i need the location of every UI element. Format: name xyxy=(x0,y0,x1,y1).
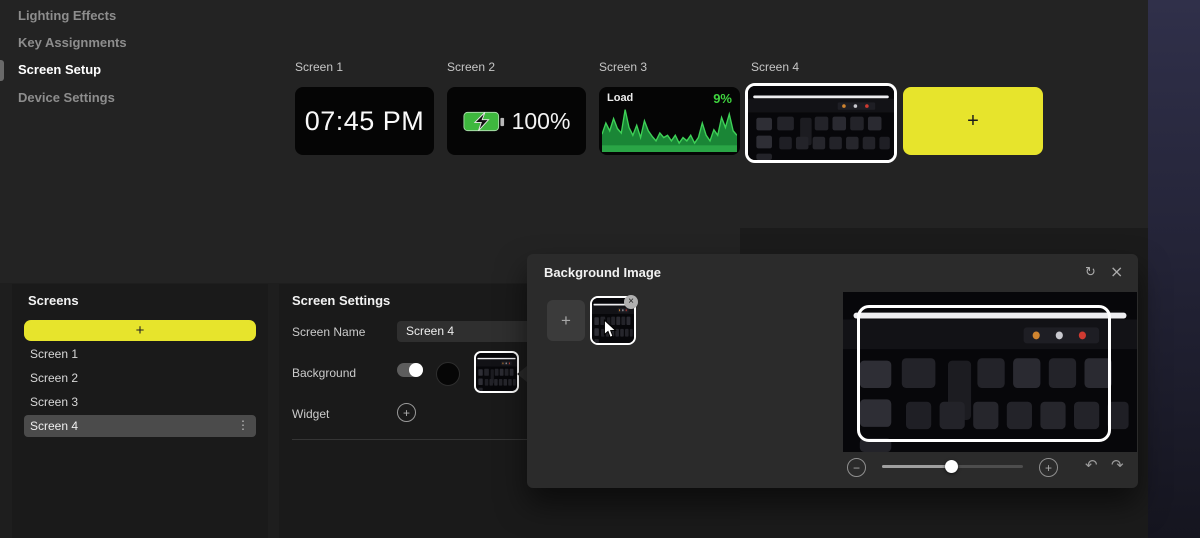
zoom-slider-knob[interactable] xyxy=(944,460,958,473)
screens-panel: Screens + Screen 1 Screen 2 Screen 3 Scr… xyxy=(12,284,268,538)
screen3-label: Screen 3 xyxy=(599,60,648,74)
battery-percent: 100% xyxy=(511,107,571,134)
add-image-button[interactable]: + xyxy=(547,300,585,341)
active-nav-indicator xyxy=(0,60,4,81)
screen4-label: Screen 4 xyxy=(751,60,800,74)
background-toggle[interactable] xyxy=(397,363,423,377)
mouse-cursor xyxy=(603,319,617,339)
background-image-popover: Background Image ↻ × + × − + ↶ ↷ xyxy=(527,254,1138,488)
widget-label: Widget xyxy=(292,407,330,421)
remove-image-icon[interactable]: × xyxy=(624,295,638,309)
rotate-left-icon[interactable]: ↶ xyxy=(1085,456,1098,474)
close-icon[interactable]: × xyxy=(1110,262,1123,281)
popover-title: Background Image xyxy=(544,265,662,280)
crop-frame[interactable] xyxy=(857,305,1111,442)
settings-panel-title: Screen Settings xyxy=(292,293,391,308)
background-color-swatch[interactable] xyxy=(436,362,460,386)
screen4-tile-selected[interactable] xyxy=(745,83,897,163)
toggle-knob xyxy=(409,363,423,377)
clock-value: 07:45 PM xyxy=(304,105,425,136)
app-window: Lighting Effects Key Assignments Screen … xyxy=(0,0,1200,538)
keyboard-photo xyxy=(476,353,517,391)
add-widget-button[interactable]: + xyxy=(397,403,416,422)
refresh-icon[interactable]: ↻ xyxy=(1085,265,1096,280)
add-screen-button[interactable]: + xyxy=(24,320,256,341)
keyboard-photo xyxy=(748,86,894,160)
screens-list-item-2[interactable]: Screen 2 xyxy=(30,371,78,385)
load-sparkline-chart xyxy=(602,109,737,152)
popover-arrow xyxy=(517,366,527,382)
sidebar-item-lighting-effects[interactable]: Lighting Effects xyxy=(18,8,116,23)
sidebar-item-key-assignments[interactable]: Key Assignments xyxy=(18,35,127,50)
screen1-tile[interactable]: 07:45 PM xyxy=(295,87,434,155)
screen-name-label: Screen Name xyxy=(292,325,366,339)
screen2-label: Screen 2 xyxy=(447,60,496,74)
background-image-thumbnail[interactable] xyxy=(474,351,519,393)
screen1-label: Screen 1 xyxy=(295,60,344,74)
zoom-slider[interactable] xyxy=(882,460,1023,473)
screens-list-item-4-selected[interactable]: Screen 4 ⋮ xyxy=(24,415,256,437)
battery-icon xyxy=(463,111,504,131)
zoom-out-button[interactable]: − xyxy=(847,458,866,477)
desktop-edge-strip xyxy=(1148,0,1200,538)
screen2-tile[interactable]: 100% xyxy=(447,87,586,155)
screens-list-item-1[interactable]: Screen 1 xyxy=(30,347,78,361)
zoom-slider-fill xyxy=(882,465,952,468)
background-label: Background xyxy=(292,366,357,380)
sidebar-item-screen-setup[interactable]: Screen Setup xyxy=(18,62,101,77)
screens-list-item-3[interactable]: Screen 3 xyxy=(30,395,78,409)
selected-item-label: Screen 4 xyxy=(30,419,79,433)
rotate-right-icon[interactable]: ↷ xyxy=(1111,456,1124,474)
screens-panel-title: Screens xyxy=(28,293,79,308)
sidebar-item-device-settings[interactable]: Device Settings xyxy=(18,90,115,105)
zoom-in-button[interactable]: + xyxy=(1039,458,1058,477)
screen3-tile[interactable]: Load 9% xyxy=(599,87,740,155)
add-screen-tile-button[interactable]: + xyxy=(903,87,1043,155)
item-menu-kebab-icon[interactable]: ⋮ xyxy=(237,418,249,432)
